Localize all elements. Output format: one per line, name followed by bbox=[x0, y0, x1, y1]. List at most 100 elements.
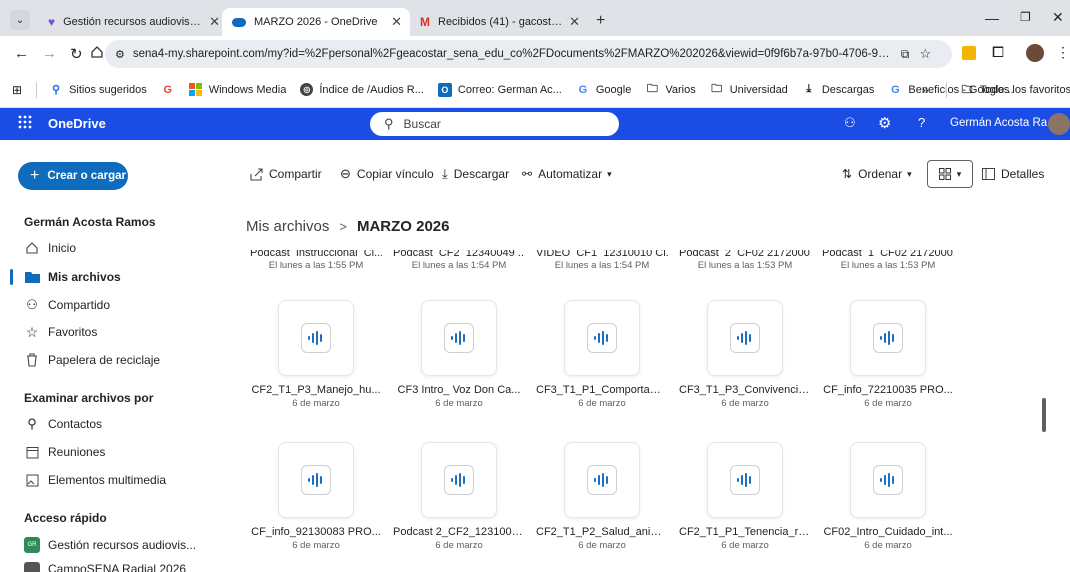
bookmarks-more-button[interactable]: » bbox=[922, 83, 929, 97]
bookmark-correo[interactable]: O Correo: German Ac... bbox=[437, 82, 562, 97]
extensions-icon[interactable]: ⧠ bbox=[992, 44, 1004, 61]
file-thumbnail[interactable] bbox=[564, 442, 640, 518]
nav-item-contactos[interactable]: ⚲ Contactos bbox=[24, 414, 102, 434]
file-card[interactable]: CF3_T1_P1_Comportami... 6 de marzo bbox=[536, 300, 668, 409]
file-thumbnail[interactable] bbox=[850, 300, 926, 376]
nav-item-mis-archivos[interactable]: Mis archivos bbox=[24, 267, 121, 287]
restore-button[interactable]: ❐ bbox=[1020, 10, 1031, 24]
user-avatar[interactable] bbox=[1048, 113, 1070, 135]
minimize-button[interactable]: — bbox=[985, 10, 999, 26]
command-label: Detalles bbox=[1001, 167, 1045, 181]
file-card[interactable]: CF2_T1_P2_Salud_anima... 6 de marzo bbox=[536, 442, 668, 551]
profile-avatar[interactable] bbox=[1026, 44, 1044, 62]
create-upload-button[interactable]: + Crear o cargar bbox=[18, 162, 128, 190]
bookmark-varios[interactable]: 🗀 Varios bbox=[645, 83, 696, 97]
search-box[interactable]: ⚲ Buscar bbox=[370, 112, 619, 136]
tab-onedrive[interactable]: MARZO 2026 - OneDrive ✕ bbox=[222, 8, 410, 36]
sort-command[interactable]: ⇅ Ordenar ▾ bbox=[842, 162, 912, 186]
file-card[interactable]: CF3_T1_P3_Convivencia... 6 de marzo bbox=[679, 300, 811, 409]
copy-link-command[interactable]: ⊖ Copiar vínculo bbox=[340, 162, 434, 186]
quick-item-camposena[interactable]: CampoSENA Radial 2026 bbox=[24, 562, 186, 572]
share-network-icon[interactable]: ⚇ bbox=[844, 115, 856, 131]
app-launcher-icon[interactable] bbox=[18, 115, 32, 129]
reload-icon[interactable]: ↻ bbox=[70, 45, 83, 63]
user-name[interactable]: Germán Acosta Ra... bbox=[950, 117, 1057, 129]
file-card[interactable]: CF3 Intro_ Voz Don Ca... 6 de marzo bbox=[393, 300, 525, 409]
file-card[interactable]: Podcast 2_CF2_1231004... 6 de marzo bbox=[393, 442, 525, 551]
bookmark-all-favorites[interactable]: 🗀 Todos los favoritos bbox=[960, 83, 1070, 97]
nav-item-favoritos[interactable]: ☆ Favoritos bbox=[24, 322, 98, 342]
file-date: 6 de marzo bbox=[435, 540, 483, 551]
file-card[interactable]: Podcast_1_CF02 2172000... El lunes a las … bbox=[822, 250, 954, 271]
file-card[interactable]: VIDEO_CF1_12310010 Cl... El lunes a las 1… bbox=[536, 250, 668, 271]
file-thumbnail[interactable] bbox=[421, 300, 497, 376]
nav-item-reuniones[interactable]: Reuniones bbox=[24, 442, 105, 462]
person-icon: ⚲ bbox=[27, 416, 37, 431]
apps-grid-icon[interactable]: ⊞ bbox=[12, 83, 22, 97]
file-thumbnail[interactable] bbox=[278, 442, 354, 518]
command-label: Automatizar bbox=[538, 167, 603, 181]
nav-item-papelera[interactable]: Papelera de reciclaje bbox=[24, 350, 160, 370]
file-card[interactable]: Podcast_2_CF02 2172000... El lunes a las … bbox=[679, 250, 811, 271]
view-switcher-button[interactable]: ▾ bbox=[927, 160, 973, 188]
file-card[interactable]: CF_info_72210035 PRO... 6 de marzo bbox=[822, 300, 954, 409]
file-thumbnail[interactable] bbox=[564, 300, 640, 376]
onedrive-brand[interactable]: OneDrive bbox=[48, 116, 106, 131]
folder-icon: 🗀 bbox=[646, 83, 658, 95]
file-thumbnail[interactable] bbox=[421, 442, 497, 518]
back-icon[interactable]: ← bbox=[14, 45, 29, 62]
search-icon: ⚲ bbox=[384, 116, 394, 131]
download-command[interactable]: ⤓ Descargar bbox=[442, 162, 509, 186]
search-input[interactable]: Buscar bbox=[404, 117, 441, 131]
menu-dots-icon[interactable]: ⋮ bbox=[1056, 44, 1070, 61]
bookmark-descargas[interactable]: ⤓ Descargas bbox=[802, 83, 874, 97]
quick-item-gestion[interactable]: GR Gestión recursos audiovis... bbox=[24, 535, 196, 555]
address-bar[interactable]: ⚙ sena4-my.sharepoint.com/my?id=%2Fperso… bbox=[105, 40, 952, 68]
file-name: Podcast_CF2_12340049 ... bbox=[393, 250, 525, 256]
tab-search-button[interactable]: ⌄ bbox=[10, 10, 30, 30]
install-app-icon[interactable]: ⧉ bbox=[901, 47, 910, 62]
help-icon[interactable]: ? bbox=[918, 115, 925, 130]
file-thumbnail[interactable] bbox=[707, 300, 783, 376]
gmail-icon: M bbox=[420, 15, 430, 29]
file-card[interactable]: CF_info_92130083 PRO... 6 de marzo bbox=[250, 442, 382, 551]
file-card[interactable]: Podcast_Instruccional_Cl... El lunes a la… bbox=[250, 250, 382, 271]
bookmark-indice-audios[interactable]: ◎ Índice de /Audios R... bbox=[300, 83, 424, 96]
file-date: 6 de marzo bbox=[292, 540, 340, 551]
bookmark-star-icon[interactable]: ☆ bbox=[919, 46, 931, 62]
nav-item-compartido[interactable]: ⚇ Compartido bbox=[24, 295, 110, 315]
file-card[interactable]: CF02_Intro_Cuidado_int... 6 de marzo bbox=[822, 442, 954, 551]
forward-icon[interactable]: → bbox=[42, 45, 57, 62]
bookmark-google-g[interactable]: G bbox=[161, 83, 181, 97]
bookmark-sitios[interactable]: ⚲ Sitios sugeridos bbox=[49, 83, 147, 97]
window-close-button[interactable]: ✕ bbox=[1052, 9, 1064, 26]
breadcrumb-parent[interactable]: Mis archivos bbox=[246, 218, 329, 235]
file-thumbnail[interactable] bbox=[707, 442, 783, 518]
site-info-icon[interactable]: ⚙ bbox=[115, 48, 125, 61]
extension-keep-icon[interactable] bbox=[962, 46, 976, 60]
tab-gmail[interactable]: M Recibidos (41) - gacostaramos@ ✕ bbox=[410, 8, 588, 36]
new-tab-button[interactable]: + bbox=[596, 12, 605, 30]
automate-command[interactable]: ⚯ Automatizar ▾ bbox=[522, 162, 612, 186]
file-thumbnail[interactable] bbox=[278, 300, 354, 376]
close-icon[interactable]: ✕ bbox=[209, 15, 220, 28]
settings-gear-icon[interactable]: ⚙ bbox=[878, 114, 891, 132]
file-card[interactable]: CF2_T1_P3_Manejo_hu... 6 de marzo bbox=[250, 300, 382, 409]
file-name-text: Podcast_Instruccional_Cl... bbox=[250, 250, 382, 256]
file-thumbnail[interactable] bbox=[850, 442, 926, 518]
details-command[interactable]: Detalles bbox=[982, 162, 1044, 186]
file-card[interactable]: CF2_T1_P1_Tenencia_res... 6 de marzo bbox=[679, 442, 811, 551]
close-icon[interactable]: ✕ bbox=[391, 15, 402, 28]
close-icon[interactable]: ✕ bbox=[569, 15, 580, 28]
scrollbar-thumb[interactable] bbox=[1042, 398, 1046, 432]
bookmark-windows-media[interactable]: Windows Media bbox=[189, 83, 286, 97]
nav-item-multimedia[interactable]: Elementos multimedia bbox=[24, 470, 166, 490]
bookmark-universidad[interactable]: 🗀 Universidad bbox=[710, 83, 788, 97]
nav-item-label: Papelera de reciclaje bbox=[48, 353, 161, 367]
bookmark-google[interactable]: G Google bbox=[576, 83, 632, 97]
file-card[interactable]: Podcast_CF2_12340049 ... El lunes a las 1… bbox=[393, 250, 525, 271]
tab-gestion-recursos[interactable]: ♥ Gestión recursos audiovisuales ✕ bbox=[38, 8, 228, 36]
nav-item-inicio[interactable]: Inicio bbox=[24, 238, 76, 258]
home-icon[interactable] bbox=[90, 45, 104, 59]
share-command[interactable]: Compartir bbox=[250, 162, 322, 186]
